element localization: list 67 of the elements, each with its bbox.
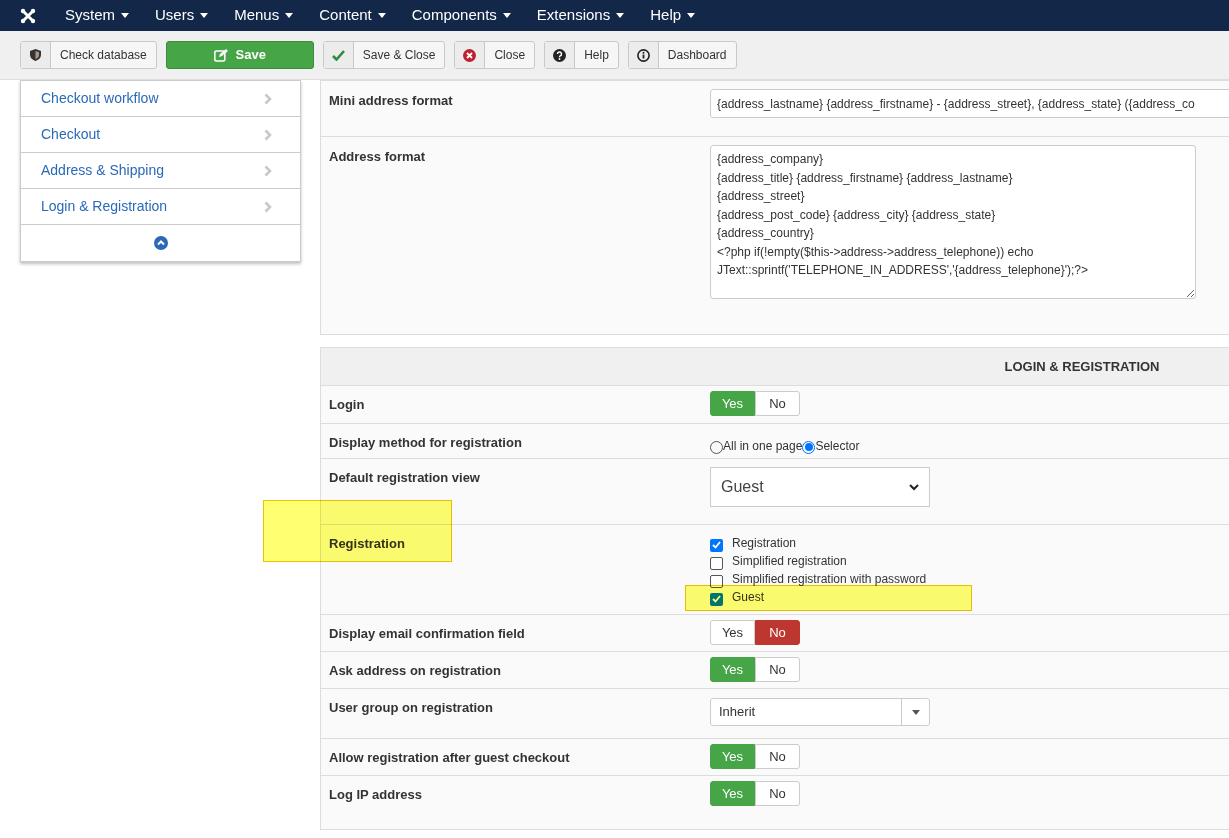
checkbox[interactable]	[710, 538, 723, 552]
sidebar-link[interactable]: Checkout workflow	[21, 81, 300, 117]
field-label: Registration	[328, 535, 406, 553]
field-label: Display method for registration	[328, 434, 523, 452]
field-label: Default registration view	[328, 469, 481, 487]
caret-icon	[616, 13, 625, 18]
sidebar-link[interactable]: Address & Shipping	[21, 153, 300, 189]
caret-icon	[377, 13, 386, 18]
chevron-right-icon	[264, 200, 272, 213]
menu-item[interactable]: Users	[142, 0, 222, 31]
toolbar-button[interactable]: Close	[454, 41, 536, 69]
field-label: Log IP address	[328, 786, 423, 804]
chevron-right-icon	[264, 164, 272, 177]
caret-icon	[687, 13, 696, 18]
field-label: User group on registration	[328, 699, 494, 717]
toggle-option[interactable]: No	[755, 781, 800, 806]
chevron-right-icon	[264, 92, 272, 105]
shield-icon	[30, 49, 41, 61]
menu-item[interactable]: Content	[306, 0, 399, 31]
caret-icon	[285, 13, 294, 18]
field-label: Mini address format	[328, 92, 454, 110]
sidebar-link[interactable]: Checkout	[21, 117, 300, 153]
menu-item[interactable]: System	[52, 0, 142, 31]
edit-icon	[213, 48, 228, 62]
toolbar-button[interactable]: Save & Close	[322, 41, 446, 69]
radio-label: All in one page	[723, 437, 803, 455]
menu-item[interactable]: Extensions	[523, 0, 638, 31]
toolbar-button[interactable]: Check database	[20, 41, 157, 69]
checkbox-label: Simplified registration with password	[732, 571, 927, 588]
field-label: Allow registration after guest checkout	[328, 749, 571, 767]
caret-icon	[121, 13, 129, 18]
dropdown-field[interactable]: Inherit	[710, 698, 930, 726]
checkmark-icon	[331, 49, 345, 61]
menu-item[interactable]: Menus	[221, 0, 307, 31]
checkbox-label: Simplified registration	[732, 553, 847, 570]
collapse-icon[interactable]	[153, 236, 168, 250]
toggle-option[interactable]: No	[755, 620, 800, 645]
logo-icon[interactable]	[19, 6, 37, 25]
select-field[interactable]: Guest	[710, 467, 930, 507]
field-label: Address format	[328, 148, 427, 166]
checkbox[interactable]	[710, 556, 723, 570]
toolbar-button[interactable]: Help	[544, 41, 619, 69]
field-label: Display email confirmation field	[328, 625, 526, 643]
toolbar-button[interactable]: Dashboard	[627, 41, 737, 69]
close-icon	[463, 48, 477, 62]
menu-item[interactable]: Help	[637, 0, 709, 31]
field-label: Login	[328, 396, 366, 414]
field-label: Ask address on registration	[328, 662, 502, 680]
radio-label: Selector	[815, 437, 860, 455]
caret-icon	[911, 709, 920, 715]
caret-icon	[200, 13, 209, 18]
sidebar-link[interactable]: Login & Registration	[21, 189, 300, 225]
chevron-down-icon	[909, 483, 919, 491]
caret-icon	[502, 13, 511, 18]
checkbox-label: Registration	[732, 535, 797, 552]
chevron-right-icon	[264, 128, 272, 141]
toggle-option[interactable]: No	[755, 744, 800, 769]
toggle-option[interactable]: No	[755, 657, 800, 682]
section-title: LOGIN & REGISTRATION	[1004, 357, 1160, 376]
help-icon	[553, 48, 567, 62]
info-icon	[636, 48, 650, 62]
toggle-option[interactable]: Yes	[710, 620, 755, 645]
toggle-option[interactable]: No	[755, 391, 800, 416]
text-area[interactable]: {address_company} {address_title} {address_firstname} {address_lastname} {address_street} {address_post_code} {address_city} {address_state} {address_country} <?php if(!empty($this->address->address_telephone)) echo JText::sprintf('TELEPHONE_IN_ADDRESS','{address_telephone}');?>	[710, 145, 1196, 299]
checkbox-label: Guest	[732, 589, 764, 606]
menu-item[interactable]: Components	[398, 0, 524, 31]
text-field[interactable]: {address_lastname} {address_firstname} - {address_street}, {address_state} ({address_co	[710, 89, 1229, 118]
